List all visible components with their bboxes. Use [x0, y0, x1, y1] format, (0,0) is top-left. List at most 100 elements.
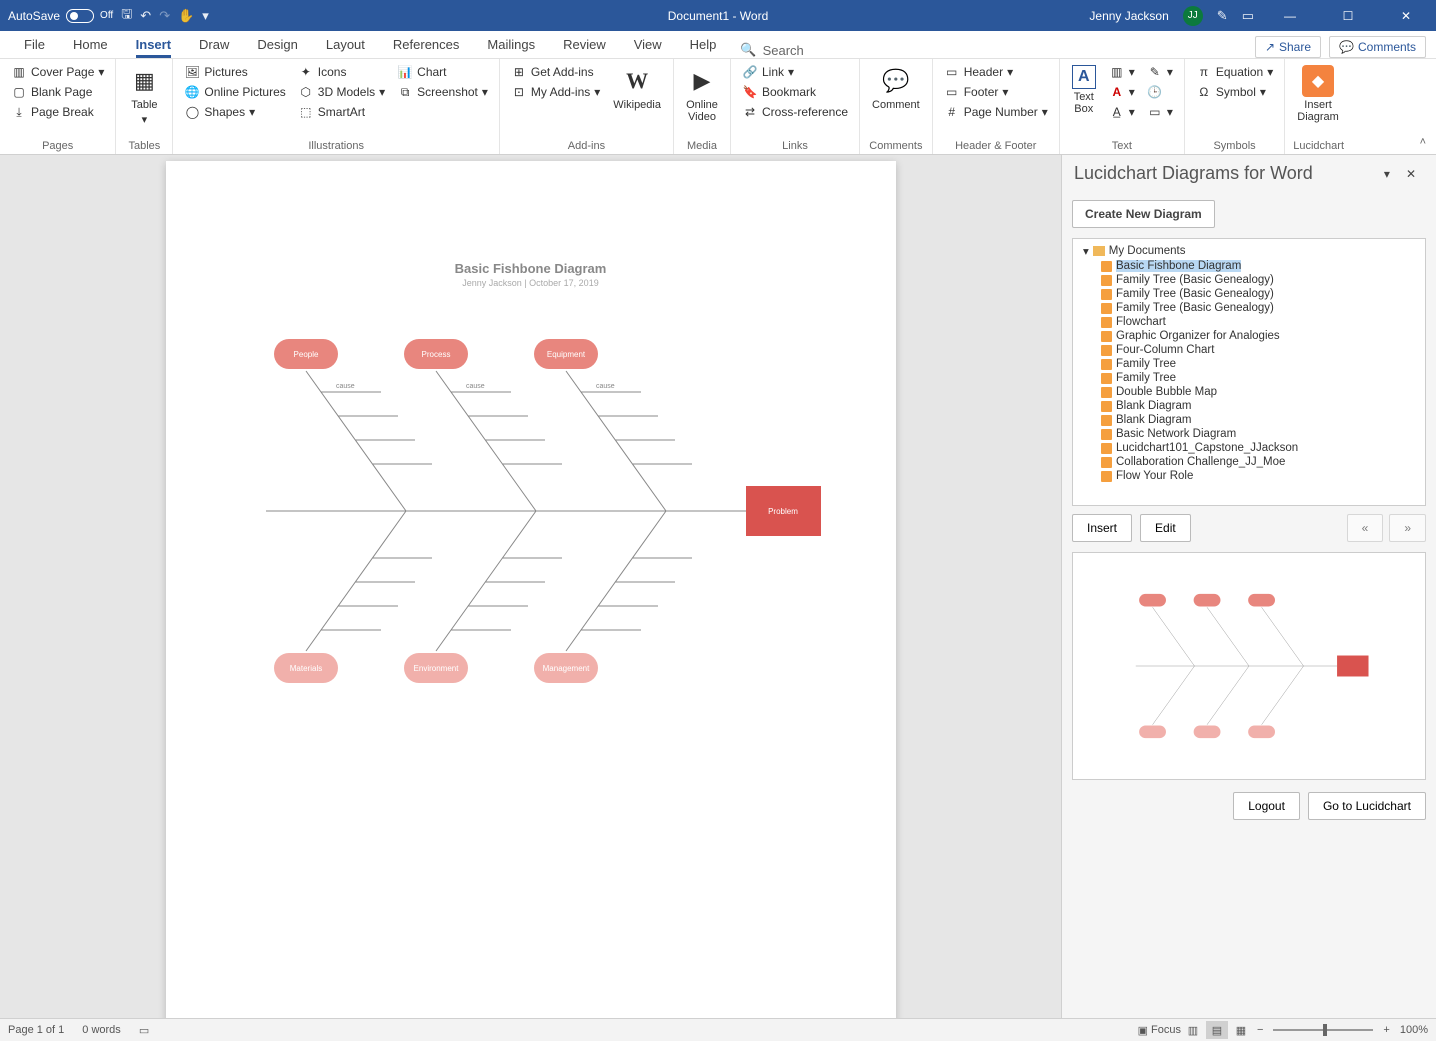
get-addins-button[interactable]: ⊞Get Add-ins	[508, 63, 603, 81]
bookmark-button[interactable]: 🔖Bookmark	[739, 83, 851, 101]
insert-diagram-button[interactable]: ◆Insert Diagram	[1293, 63, 1343, 125]
crossref-button[interactable]: ⇄Cross-reference	[739, 103, 851, 121]
shapes-button[interactable]: ◯Shapes ▾	[181, 103, 288, 121]
screenshot-button[interactable]: ⧉Screenshot ▾	[394, 83, 491, 101]
logout-button[interactable]: Logout	[1233, 792, 1300, 820]
maximize-button[interactable]: ☐	[1326, 0, 1370, 31]
close-button[interactable]: ✕	[1384, 0, 1428, 31]
collapse-ribbon-button[interactable]: ˄	[1410, 130, 1436, 154]
tab-file[interactable]: File	[10, 33, 59, 58]
datetime-button[interactable]: 🕒	[1144, 83, 1176, 101]
3d-models-button[interactable]: ⬡3D Models ▾	[295, 83, 388, 101]
symbol-button[interactable]: ΩSymbol ▾	[1193, 83, 1276, 101]
zoom-level[interactable]: 100%	[1400, 1024, 1428, 1036]
tree-item[interactable]: Family Tree	[1079, 371, 1419, 385]
spellcheck-icon[interactable]: ▭	[139, 1024, 149, 1037]
tree-item[interactable]: Blank Diagram	[1079, 399, 1419, 413]
touch-icon[interactable]: ✋	[178, 8, 194, 24]
focus-label[interactable]: Focus	[1151, 1024, 1181, 1036]
header-button[interactable]: ▭Header ▾	[941, 63, 1051, 81]
next-page-button[interactable]: »	[1389, 514, 1426, 542]
signature-button[interactable]: ✎▾	[1144, 63, 1176, 81]
wikipedia-button[interactable]: WWikipedia	[609, 63, 665, 113]
minimize-button[interactable]: —	[1268, 0, 1312, 31]
tree-item[interactable]: Family Tree (Basic Genealogy)	[1079, 273, 1419, 287]
share-button[interactable]: ↗Share	[1255, 36, 1321, 58]
focus-icon[interactable]: ▣	[1138, 1024, 1148, 1037]
tab-review[interactable]: Review	[549, 33, 620, 58]
page-break-button[interactable]: ⤓Page Break	[8, 103, 107, 121]
user-name[interactable]: Jenny Jackson	[1089, 9, 1168, 23]
tree-item[interactable]: Basic Fishbone Diagram	[1079, 259, 1419, 273]
link-button[interactable]: 🔗Link ▾	[739, 63, 851, 81]
pictures-button[interactable]: 🖼Pictures	[181, 63, 288, 81]
tree-item[interactable]: Family Tree	[1079, 357, 1419, 371]
footer-button[interactable]: ▭Footer ▾	[941, 83, 1051, 101]
tab-home[interactable]: Home	[59, 33, 122, 58]
avatar[interactable]: JJ	[1183, 6, 1203, 26]
smartart-button[interactable]: ⬚SmartArt	[295, 103, 388, 121]
read-mode-button[interactable]: ▥	[1182, 1021, 1204, 1039]
coming-soon-icon[interactable]: ✎	[1217, 8, 1228, 24]
undo-icon[interactable]: ↶	[140, 8, 151, 24]
tree-item[interactable]: Graphic Organizer for Analogies	[1079, 329, 1419, 343]
qat-dropdown-icon[interactable]: ▾	[202, 8, 209, 24]
tab-design[interactable]: Design	[243, 33, 311, 58]
word-count[interactable]: 0 words	[82, 1024, 121, 1036]
create-diagram-button[interactable]: Create New Diagram	[1072, 200, 1215, 228]
my-addins-button[interactable]: ⊡My Add-ins ▾	[508, 83, 603, 101]
tree-item[interactable]: Four-Column Chart	[1079, 343, 1419, 357]
quickparts-button[interactable]: ▥▾	[1106, 63, 1138, 81]
dropcap-button[interactable]: A̲▾	[1106, 103, 1138, 121]
save-icon[interactable]: 🖫	[121, 5, 132, 27]
insert-button[interactable]: Insert	[1072, 514, 1132, 542]
document-canvas[interactable]: Basic Fishbone Diagram Jenny Jackson | O…	[0, 155, 1061, 1018]
tree-item[interactable]: Blank Diagram	[1079, 413, 1419, 427]
tab-help[interactable]: Help	[676, 33, 731, 58]
icons-button[interactable]: ✦Icons	[295, 63, 388, 81]
zoom-out-button[interactable]: −	[1257, 1024, 1263, 1036]
tab-references[interactable]: References	[379, 33, 473, 58]
textbox-button[interactable]: AText Box	[1068, 63, 1100, 117]
tab-view[interactable]: View	[620, 33, 676, 58]
tree-item[interactable]: Flowchart	[1079, 315, 1419, 329]
tree-item[interactable]: Collaboration Challenge_JJ_Moe	[1079, 455, 1419, 469]
goto-lucidchart-button[interactable]: Go to Lucidchart	[1308, 792, 1426, 820]
panel-close-icon[interactable]: ✕	[1398, 167, 1424, 181]
comment-button[interactable]: 💬Comment	[868, 63, 924, 113]
panel-menu-icon[interactable]: ▾	[1376, 167, 1398, 181]
search-box[interactable]: 🔍 Search	[730, 42, 813, 58]
tree-item[interactable]: Flow Your Role	[1079, 469, 1419, 483]
cover-page-button[interactable]: ▥Cover Page ▾	[8, 63, 107, 81]
online-pictures-button[interactable]: 🌐Online Pictures	[181, 83, 288, 101]
online-video-button[interactable]: ▶Online Video	[682, 63, 722, 125]
tree-root[interactable]: ▾My Documents	[1079, 243, 1419, 259]
tree-item[interactable]: Family Tree (Basic Genealogy)	[1079, 301, 1419, 315]
equation-button[interactable]: πEquation ▾	[1193, 63, 1276, 81]
edit-button[interactable]: Edit	[1140, 514, 1191, 542]
wordart-button[interactable]: A▾	[1106, 83, 1138, 101]
pagenum-button[interactable]: #Page Number ▾	[941, 103, 1051, 121]
tree-item[interactable]: Basic Network Diagram	[1079, 427, 1419, 441]
table-button[interactable]: ▦Table▾	[124, 63, 164, 128]
autosave-toggle[interactable]: AutoSave Off	[8, 9, 113, 23]
object-button[interactable]: ▭▾	[1144, 103, 1176, 121]
ribbon-display-icon[interactable]: ▭	[1242, 8, 1254, 24]
comments-button[interactable]: 💬Comments	[1329, 36, 1426, 58]
tab-layout[interactable]: Layout	[312, 33, 379, 58]
chart-button[interactable]: 📊Chart	[394, 63, 491, 81]
web-layout-button[interactable]: ▦	[1230, 1021, 1252, 1039]
tab-mailings[interactable]: Mailings	[473, 33, 549, 58]
zoom-slider[interactable]	[1273, 1029, 1373, 1031]
tab-insert[interactable]: Insert	[122, 33, 185, 58]
document-tree[interactable]: ▾My Documents Basic Fishbone DiagramFami…	[1072, 238, 1426, 506]
prev-page-button[interactable]: «	[1347, 514, 1384, 542]
page-indicator[interactable]: Page 1 of 1	[8, 1024, 64, 1036]
tree-item[interactable]: Lucidchart101_Capstone_JJackson	[1079, 441, 1419, 455]
zoom-in-button[interactable]: +	[1383, 1024, 1389, 1036]
tree-item[interactable]: Family Tree (Basic Genealogy)	[1079, 287, 1419, 301]
tree-item[interactable]: Double Bubble Map	[1079, 385, 1419, 399]
print-layout-button[interactable]: ▤	[1206, 1021, 1228, 1039]
blank-page-button[interactable]: ▢Blank Page	[8, 83, 107, 101]
tab-draw[interactable]: Draw	[185, 33, 243, 58]
